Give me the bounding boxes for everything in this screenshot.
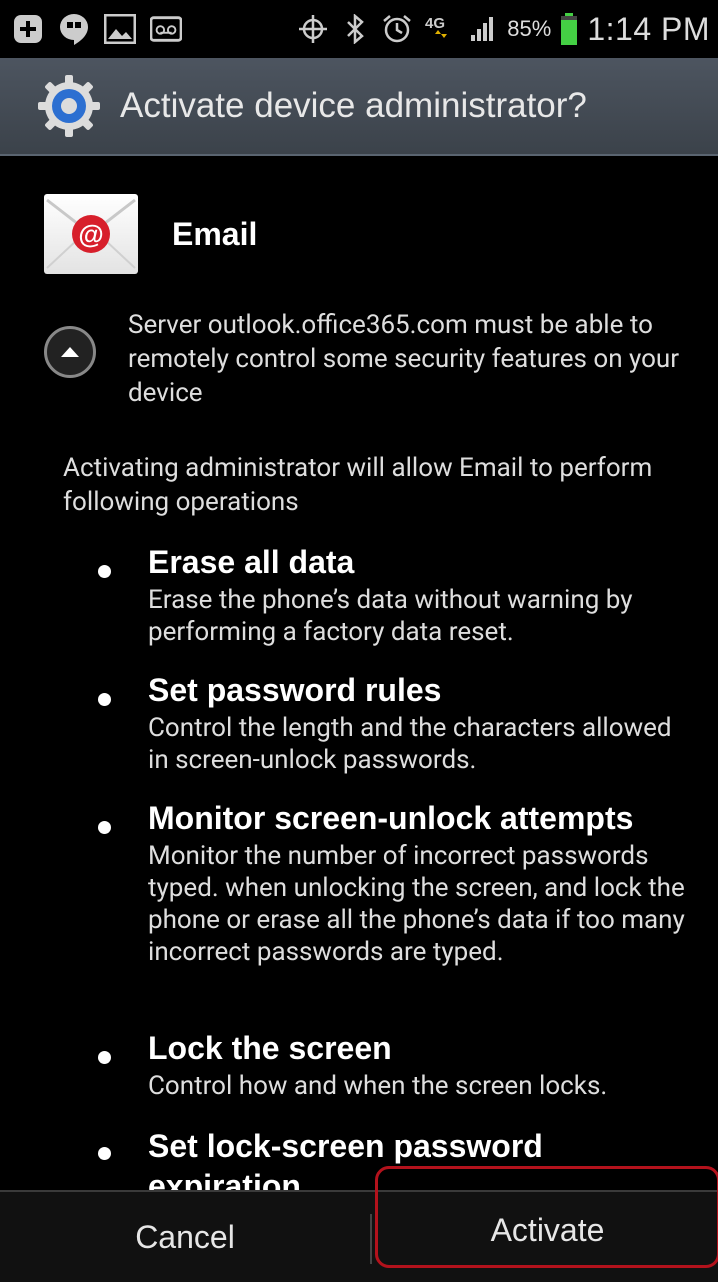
bullet-icon [98, 1051, 111, 1064]
permission-title: Monitor screen-unlock attempts [148, 800, 634, 836]
activate-button[interactable]: Activate [375, 1166, 718, 1268]
gps-icon [297, 13, 329, 45]
collapse-button[interactable] [44, 326, 96, 378]
clock: 1:14 PM [587, 10, 710, 47]
dialog-content[interactable]: @ Email Server outlook.office365.com mus… [0, 156, 718, 1190]
gallery-icon [104, 13, 136, 45]
status-bar: 4G 85% 1:14 PM [0, 0, 718, 58]
battery-percent: 85% [507, 16, 552, 41]
gear-icon [38, 75, 100, 137]
plus-icon [12, 13, 44, 45]
cancel-button-label: Cancel [135, 1218, 235, 1255]
app-header: @ Email [44, 194, 257, 274]
permission-description: Erase the phone’s data without warning b… [148, 585, 633, 647]
dialog-title: Activate device administrator? [120, 86, 587, 125]
hangouts-icon [58, 13, 90, 45]
svg-text:4G: 4G [425, 15, 445, 32]
alarm-icon [381, 13, 413, 45]
activate-button-label: Activate [490, 1211, 605, 1248]
4g-icon: 4G [423, 13, 455, 45]
permission-description: Control the length and the characters al… [148, 713, 672, 775]
email-app-icon: @ [44, 194, 138, 274]
intro-text: Activating administrator will allow Emai… [63, 453, 653, 517]
cancel-button[interactable]: Cancel [0, 1192, 370, 1282]
svg-text:@: @ [78, 219, 103, 249]
permission-description: Control how and when the screen locks. [148, 1071, 608, 1101]
app-name: Email [172, 215, 258, 252]
bullet-icon [98, 693, 111, 706]
button-bar: Cancel Activate [0, 1166, 718, 1282]
bluetooth-icon [339, 13, 371, 45]
permission-title: Lock the screen [148, 1030, 392, 1066]
bullet-icon [98, 565, 111, 578]
signal-icon [465, 13, 497, 45]
server-message: Server outlook.office365.com must be abl… [128, 310, 680, 408]
voicemail-icon [150, 13, 182, 45]
dialog-title-bar: Activate device administrator? [0, 58, 718, 156]
button-divider [370, 1214, 372, 1264]
chevron-up-icon [61, 347, 79, 357]
bullet-icon [98, 821, 111, 834]
permission-title: Erase all data [148, 544, 355, 580]
permission-description: Monitor the number of incorrect password… [148, 841, 685, 967]
server-message-row: Server outlook.office365.com must be abl… [44, 308, 688, 410]
battery-icon [561, 13, 578, 45]
permission-title: Set password rules [148, 672, 442, 708]
bullet-icon [98, 1147, 111, 1160]
